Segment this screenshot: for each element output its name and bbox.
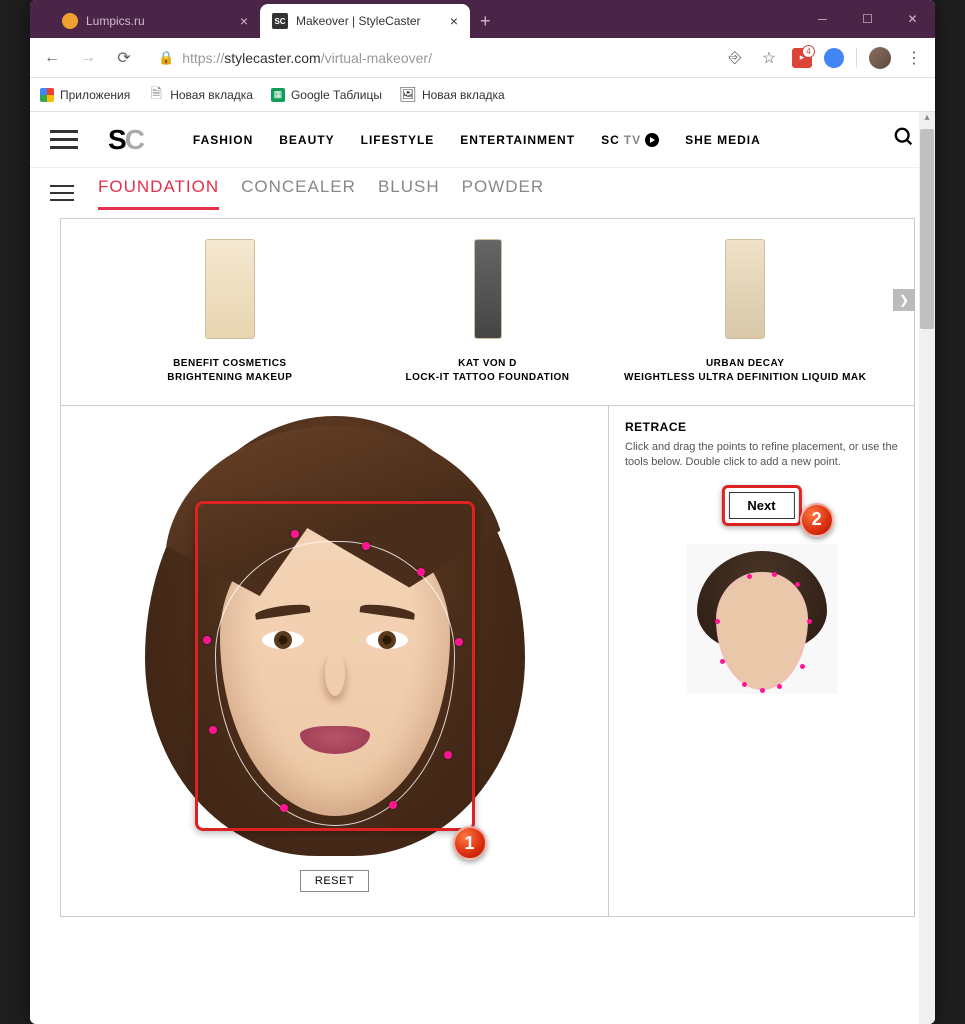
control-panel: RETRACE Click and drag the points to ref… — [609, 406, 914, 916]
canvas-panel: 1 RESET — [61, 406, 609, 916]
menu-icon[interactable]: ⋮ — [903, 47, 925, 69]
tab-title: Makeover | StyleCaster — [296, 14, 421, 28]
sheets-icon: ▦ — [271, 88, 285, 102]
next-button[interactable]: Next — [728, 492, 794, 519]
profile-avatar[interactable] — [869, 47, 891, 69]
maximize-button[interactable]: ☐ — [845, 0, 890, 38]
window-controls: ─ ☐ ✕ — [800, 0, 935, 38]
product-item[interactable]: URBAN DECAY WEIGHTLESS ULTRA DEFINITION … — [616, 239, 874, 385]
nav-shemedia[interactable]: SHE MEDIA — [685, 133, 761, 147]
reference-face — [687, 544, 837, 694]
new-tab-button[interactable]: + — [470, 4, 501, 38]
forward-button[interactable]: → — [76, 46, 100, 70]
trace-point[interactable] — [280, 804, 288, 812]
minimize-button[interactable]: ─ — [800, 0, 845, 38]
tab-lumpics[interactable]: Lumpics.ru × — [50, 4, 260, 38]
lock-icon: 🔒 — [158, 50, 174, 66]
trace-point[interactable] — [291, 530, 299, 538]
trace-point[interactable] — [417, 568, 425, 576]
favicon-icon — [62, 13, 78, 29]
bookmarks-bar: Приложения Новая вкладка ▦ Google Таблиц… — [30, 78, 935, 112]
trace-point[interactable] — [455, 638, 463, 646]
tab-strip: Lumpics.ru × SC Makeover | StyleCaster ×… — [30, 4, 501, 38]
product-image — [205, 239, 255, 339]
product-carousel: BENEFIT COSMETICS BRIGHTENING MAKEUP KAT… — [60, 218, 915, 406]
nav-sctv[interactable]: SCTV — [601, 133, 659, 147]
panel-description: Click and drag the points to refine plac… — [625, 440, 898, 471]
workspace: 1 RESET RETRACE Click and drag the point… — [60, 406, 915, 917]
bookmark-apps[interactable]: Приложения — [40, 88, 130, 102]
close-icon[interactable]: × — [450, 13, 458, 29]
product-name: LOCK-IT TATTOO FOUNDATION — [359, 371, 617, 385]
scrollbar-thumb[interactable] — [920, 129, 934, 329]
tab-blush[interactable]: BLUSH — [378, 177, 440, 210]
bookmark-newtab2[interactable]: Новая вкладка — [400, 87, 505, 103]
app-menu-icon[interactable] — [50, 180, 74, 206]
product-brand: KAT VON D — [359, 357, 617, 371]
apps-icon — [40, 88, 54, 102]
image-icon — [400, 87, 416, 103]
separator — [856, 48, 857, 68]
browser-window: Lumpics.ru × SC Makeover | StyleCaster ×… — [30, 0, 935, 1024]
trace-point[interactable] — [362, 542, 370, 550]
trace-point[interactable] — [444, 751, 452, 759]
site-header: SC FASHION BEAUTY LIFESTYLE ENTERTAINMEN… — [30, 112, 935, 168]
favicon-icon: SC — [272, 13, 288, 29]
extension-icon[interactable] — [824, 48, 844, 68]
product-name: WEIGHTLESS ULTRA DEFINITION LIQUID MAK — [616, 371, 874, 385]
page-content: ▴ SC FASHION BEAUTY LIFESTYLE ENTERTAINM… — [30, 112, 935, 1024]
tab-stylecaster[interactable]: SC Makeover | StyleCaster × — [260, 4, 470, 38]
app-tabs-bar: FOUNDATION CONCEALER BLUSH POWDER — [30, 168, 935, 218]
scrollbar[interactable]: ▴ — [919, 112, 935, 1024]
close-button[interactable]: ✕ — [890, 0, 935, 38]
extension-icon[interactable]: ▸ — [792, 48, 812, 68]
carousel-next-button[interactable]: ❯ — [893, 289, 915, 311]
bookmark-sheets[interactable]: ▦ Google Таблицы — [271, 88, 382, 102]
titlebar: Lumpics.ru × SC Makeover | StyleCaster ×… — [30, 0, 935, 38]
reload-button[interactable]: ⟳ — [112, 46, 136, 70]
nav-beauty[interactable]: BEAUTY — [279, 133, 334, 147]
annotation-box-2: Next 2 — [721, 485, 801, 526]
tab-title: Lumpics.ru — [86, 14, 145, 28]
panel-title: RETRACE — [625, 420, 898, 434]
url-text: https://stylecaster.com/virtual-makeover… — [182, 50, 432, 66]
scroll-up-icon[interactable]: ▴ — [919, 112, 935, 128]
product-image — [474, 239, 502, 339]
annotation-badge-2: 2 — [800, 503, 834, 537]
reset-button[interactable]: RESET — [300, 870, 369, 892]
trace-point[interactable] — [209, 726, 217, 734]
browser-toolbar: ← → ⟳ 🔒 https://stylecaster.com/virtual-… — [30, 38, 935, 78]
bookmark-star-icon[interactable]: ☆ — [758, 47, 780, 69]
bookmark-newtab[interactable]: Новая вкладка — [148, 87, 253, 103]
product-image — [725, 239, 765, 339]
url-bar[interactable]: 🔒 https://stylecaster.com/virtual-makeov… — [148, 50, 712, 66]
tab-foundation[interactable]: FOUNDATION — [98, 177, 219, 210]
translate-icon[interactable]: ⎆ — [724, 47, 746, 69]
tab-powder[interactable]: POWDER — [462, 177, 545, 210]
product-item[interactable]: BENEFIT COSMETICS BRIGHTENING MAKEUP — [101, 239, 359, 385]
nav-fashion[interactable]: FASHION — [193, 133, 253, 147]
site-logo[interactable]: SC — [108, 124, 143, 156]
annotation-badge-1: 1 — [453, 826, 487, 860]
product-brand: URBAN DECAY — [616, 357, 874, 371]
nav-entertainment[interactable]: ENTERTAINMENT — [460, 133, 575, 147]
play-icon — [645, 133, 659, 147]
face-canvas[interactable] — [61, 406, 608, 866]
app-tabs: FOUNDATION CONCEALER BLUSH POWDER — [98, 177, 544, 210]
product-brand: BENEFIT COSMETICS — [101, 357, 359, 371]
nav-lifestyle[interactable]: LIFESTYLE — [361, 133, 435, 147]
page-icon — [148, 87, 164, 103]
tab-concealer[interactable]: CONCEALER — [241, 177, 356, 210]
close-icon[interactable]: × — [240, 13, 248, 29]
hamburger-icon[interactable] — [50, 125, 78, 154]
product-name: BRIGHTENING MAKEUP — [101, 371, 359, 385]
back-button[interactable]: ← — [40, 46, 64, 70]
search-icon[interactable] — [893, 126, 915, 154]
site-nav: FASHION BEAUTY LIFESTYLE ENTERTAINMENT S… — [193, 133, 761, 147]
product-item[interactable]: KAT VON D LOCK-IT TATTOO FOUNDATION — [359, 239, 617, 385]
